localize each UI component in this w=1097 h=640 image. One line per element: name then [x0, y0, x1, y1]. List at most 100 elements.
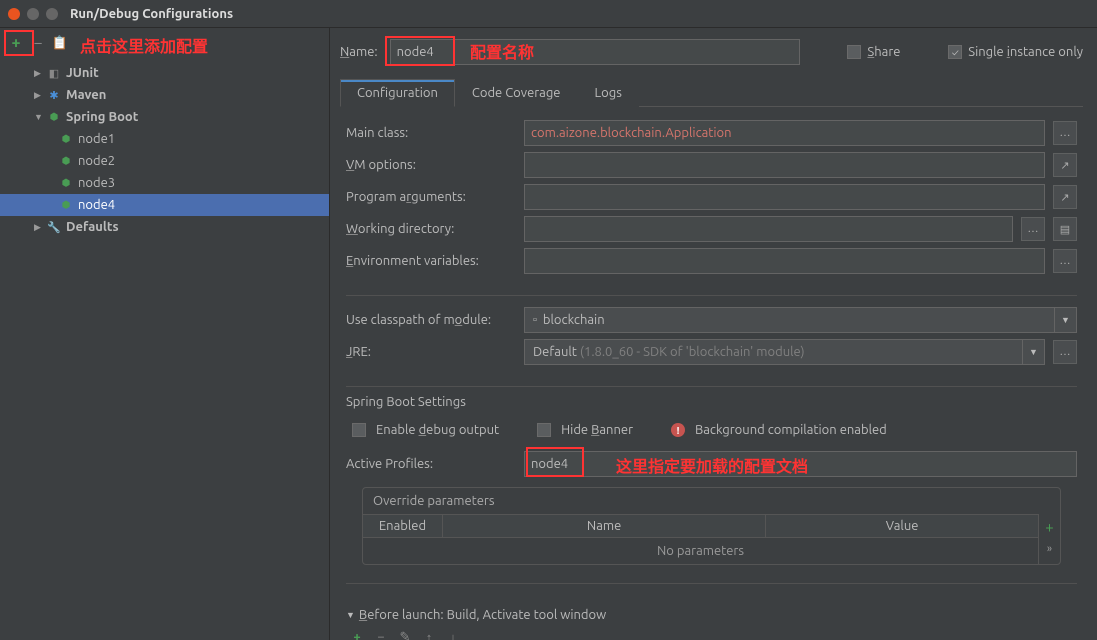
tree-item-spring-boot[interactable]: ⬢ Spring Boot — [0, 106, 329, 128]
name-input[interactable] — [390, 39, 800, 65]
vm-options-input[interactable] — [524, 152, 1045, 178]
maven-icon: ✱ — [46, 87, 62, 103]
expand-button[interactable]: ↗ — [1053, 185, 1077, 209]
override-title: Override parameters — [363, 488, 1060, 514]
tabs: Configuration Code Coverage Logs — [340, 78, 1083, 107]
expand-icon[interactable] — [34, 90, 44, 101]
wrench-icon: 🔧 — [46, 219, 62, 235]
window-controls — [8, 8, 58, 20]
tree-label: Maven — [66, 88, 106, 102]
tab-code-coverage[interactable]: Code Coverage — [455, 79, 578, 107]
classpath-label: Use classpath of module: — [346, 313, 516, 327]
minimize-icon[interactable] — [27, 8, 39, 20]
add-param-button[interactable]: + — [1045, 514, 1053, 539]
main-class-label: Main class: — [346, 126, 516, 140]
work-dir-label: Working directory: — [346, 222, 516, 236]
checkbox-icon[interactable] — [948, 45, 962, 59]
browse-button[interactable]: … — [1053, 340, 1077, 364]
name-label: Name: — [340, 45, 378, 59]
tab-configuration[interactable]: Configuration — [340, 79, 455, 107]
tree-item-maven[interactable]: ✱ Maven — [0, 84, 329, 106]
tree-item-defaults[interactable]: 🔧 Defaults — [0, 216, 329, 238]
work-dir-input[interactable] — [524, 216, 1013, 242]
jre-row: JRE: Default (1.8.0_60 - SDK of 'blockch… — [346, 336, 1077, 368]
jre-combo[interactable]: Default (1.8.0_60 - SDK of 'blockchain' … — [524, 339, 1045, 365]
override-params: Override parameters Enabled Name Value N… — [362, 487, 1061, 565]
separator — [346, 295, 1077, 296]
share-checkbox-group[interactable]: Share — [847, 45, 900, 59]
active-profiles-input[interactable] — [524, 451, 1077, 477]
classpath-combo[interactable]: ▫ blockchain ▼ — [524, 307, 1077, 333]
collapse-icon: ▼ — [346, 610, 355, 620]
tree-item-node1[interactable]: ⬢ node1 — [0, 128, 329, 150]
list-button[interactable]: ▤ — [1053, 217, 1077, 241]
tree-label: node1 — [78, 132, 115, 146]
expand-button[interactable]: ↗ — [1053, 153, 1077, 177]
content-panel: Name: 配置名称 Share Single instance only Co… — [330, 28, 1097, 640]
spring-icon: ⬢ — [58, 197, 74, 213]
spring-icon: ⬢ — [46, 109, 62, 125]
env-vars-row: Environment variables: … — [346, 245, 1077, 277]
dropdown-icon: ▼ — [1054, 308, 1076, 332]
enable-debug-label: Enable debug output — [376, 423, 499, 437]
browse-button[interactable]: … — [1021, 217, 1045, 241]
sidebar-toolbar: + − 📋 点击这里添加配置 — [0, 28, 329, 58]
close-icon[interactable] — [8, 8, 20, 20]
titlebar: Run/Debug Configurations — [0, 0, 1097, 28]
more-button[interactable]: » — [1047, 539, 1052, 559]
classpath-value: blockchain — [543, 313, 605, 327]
prog-args-input[interactable] — [524, 184, 1045, 210]
before-launch-toolbar: + − ✎ ↑ ↓ — [346, 622, 1077, 640]
copy-config-button[interactable]: 📋 — [50, 33, 70, 53]
tree-item-node2[interactable]: ⬢ node2 — [0, 150, 329, 172]
tree-item-junit[interactable]: ◧ JUnit — [0, 62, 329, 84]
browse-class-button[interactable]: … — [1053, 121, 1077, 145]
col-value: Value — [766, 515, 1038, 537]
move-up-button[interactable]: ↑ — [420, 628, 438, 640]
active-profiles-row: Active Profiles: 这里指定要加载的配置文档 — [346, 451, 1077, 477]
col-enabled: Enabled — [363, 515, 443, 537]
tree-label: node2 — [78, 154, 115, 168]
main-class-input[interactable] — [524, 120, 1045, 146]
tree-item-node4[interactable]: ⬢ node4 — [0, 194, 329, 216]
vm-options-row: VM options: ↗ — [346, 149, 1077, 181]
env-vars-input[interactable] — [524, 248, 1045, 274]
before-launch-header[interactable]: ▼ Before launch: Build, Activate tool wi… — [346, 608, 1077, 622]
spring-icon: ⬢ — [58, 175, 74, 191]
checkbox-icon[interactable] — [537, 423, 551, 437]
annotation-text: 点击这里添加配置 — [80, 33, 208, 57]
remove-config-button[interactable]: − — [28, 33, 48, 53]
before-launch-title: Before launch: Build, Activate tool wind… — [359, 608, 606, 622]
config-tree: ◧ JUnit ✱ Maven ⬢ Spring Boot ⬢ node1 ⬢ … — [0, 58, 329, 242]
window-title: Run/Debug Configurations — [70, 7, 233, 21]
move-down-button[interactable]: ↓ — [444, 628, 462, 640]
spring-settings-title: Spring Boot Settings — [346, 395, 1077, 409]
add-config-button[interactable]: + — [6, 33, 26, 53]
name-row: Name: 配置名称 Share Single instance only — [340, 32, 1083, 72]
checkbox-icon[interactable] — [352, 423, 366, 437]
maximize-icon[interactable] — [46, 8, 58, 20]
remove-task-button[interactable]: − — [372, 628, 390, 640]
active-profiles-label: Active Profiles: — [346, 457, 516, 471]
edit-task-button[interactable]: ✎ — [396, 628, 414, 640]
add-task-button[interactable]: + — [348, 628, 366, 640]
single-instance-checkbox-group[interactable]: Single instance only — [948, 45, 1083, 59]
spring-icon: ⬢ — [58, 131, 74, 147]
separator — [346, 583, 1077, 584]
collapse-icon[interactable] — [34, 112, 44, 122]
share-label: Share — [867, 45, 900, 59]
expand-icon[interactable] — [34, 68, 44, 79]
tree-label: JUnit — [66, 66, 99, 80]
tree-label: node3 — [78, 176, 115, 190]
spring-checks: Enable debug output Hide Banner ! Backgr… — [352, 417, 1077, 443]
vm-options-label: VM options: — [346, 158, 516, 172]
col-name: Name — [443, 515, 766, 537]
jre-label: JRE: — [346, 345, 516, 359]
tree-item-node3[interactable]: ⬢ node3 — [0, 172, 329, 194]
expand-icon[interactable] — [34, 222, 44, 233]
browse-button[interactable]: … — [1053, 249, 1077, 273]
checkbox-icon[interactable] — [847, 45, 861, 59]
module-icon: ▫ — [533, 314, 537, 326]
before-launch: ▼ Before launch: Build, Activate tool wi… — [346, 608, 1077, 640]
tab-logs[interactable]: Logs — [578, 79, 639, 107]
